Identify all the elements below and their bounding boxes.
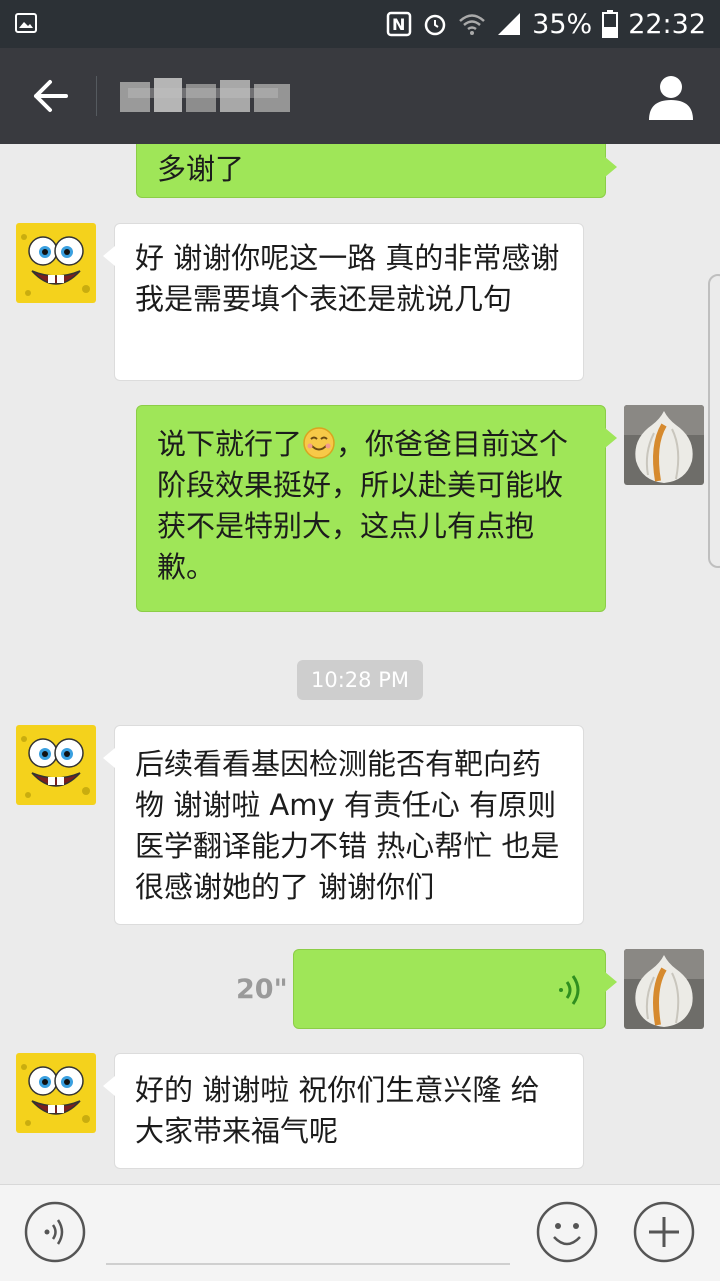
contact-avatar[interactable] (16, 223, 96, 303)
plus-icon[interactable] (633, 1201, 695, 1263)
scrollbar[interactable] (708, 274, 720, 568)
contact-name-blurred (120, 78, 290, 112)
message-timestamp: 10:28 PM (297, 660, 423, 700)
message-input[interactable] (106, 1263, 510, 1265)
message-bubble-sent[interactable]: 多谢了 (136, 144, 617, 198)
signal-icon (498, 13, 521, 35)
sponge-avatar-image (16, 1053, 96, 1133)
input-bar (0, 1184, 720, 1281)
battery-icon (602, 10, 619, 38)
gallery-icon (15, 13, 37, 33)
voice-message-bubble[interactable] (293, 949, 617, 1029)
smile-emoji-icon (303, 427, 335, 459)
voice-duration: 20" (236, 974, 288, 1005)
message-bubble-sent[interactable]: 说下就行了 ，你爸爸目前这个阶段效果挺好，所以赴美可能收获不是特别大，这点儿有点… (136, 405, 617, 612)
message-bubble-received[interactable]: 好的 谢谢啦 祝你们生意兴隆 给大家带来福气呢 (103, 1053, 584, 1169)
my-avatar[interactable] (624, 949, 704, 1029)
battery-percent: 35% (532, 8, 593, 40)
clock: 22:32 (628, 8, 706, 40)
voice-toggle-icon[interactable] (24, 1201, 86, 1263)
emoji-icon[interactable] (536, 1201, 598, 1263)
message-bubble-received[interactable]: 好 谢谢你呢这一路 真的非常感谢 我是需要填个表还是就说几句 (103, 223, 584, 381)
my-avatar[interactable] (624, 405, 704, 485)
back-arrow-icon[interactable] (24, 70, 76, 122)
voice-wave-icon (559, 975, 580, 1005)
contact-avatar[interactable] (16, 725, 96, 805)
chat-header (0, 48, 720, 144)
sponge-avatar-image (16, 725, 96, 805)
contact-avatar[interactable] (16, 1053, 96, 1133)
alarm-icon (424, 14, 446, 36)
wifi-icon (459, 14, 486, 35)
garlic-avatar-image (624, 949, 704, 1029)
status-bar: N 35% 22:32 (0, 0, 720, 48)
message-bubble-received[interactable]: 后续看看基因检测能否有靶向药物 谢谢啦 Amy 有责任心 有原则 医学翻译能力不… (103, 725, 584, 925)
garlic-avatar-image (624, 405, 704, 485)
nfc-icon: N (386, 11, 412, 37)
sponge-avatar-image (16, 223, 96, 303)
message-list[interactable]: 多谢了 好 谢谢你呢这一路 真的非常感谢 我是需要填个表还是就说几句 说下就行了… (0, 144, 720, 1184)
contact-profile-icon[interactable] (644, 70, 698, 124)
header-divider (96, 76, 97, 116)
svg-text:N: N (392, 15, 405, 34)
